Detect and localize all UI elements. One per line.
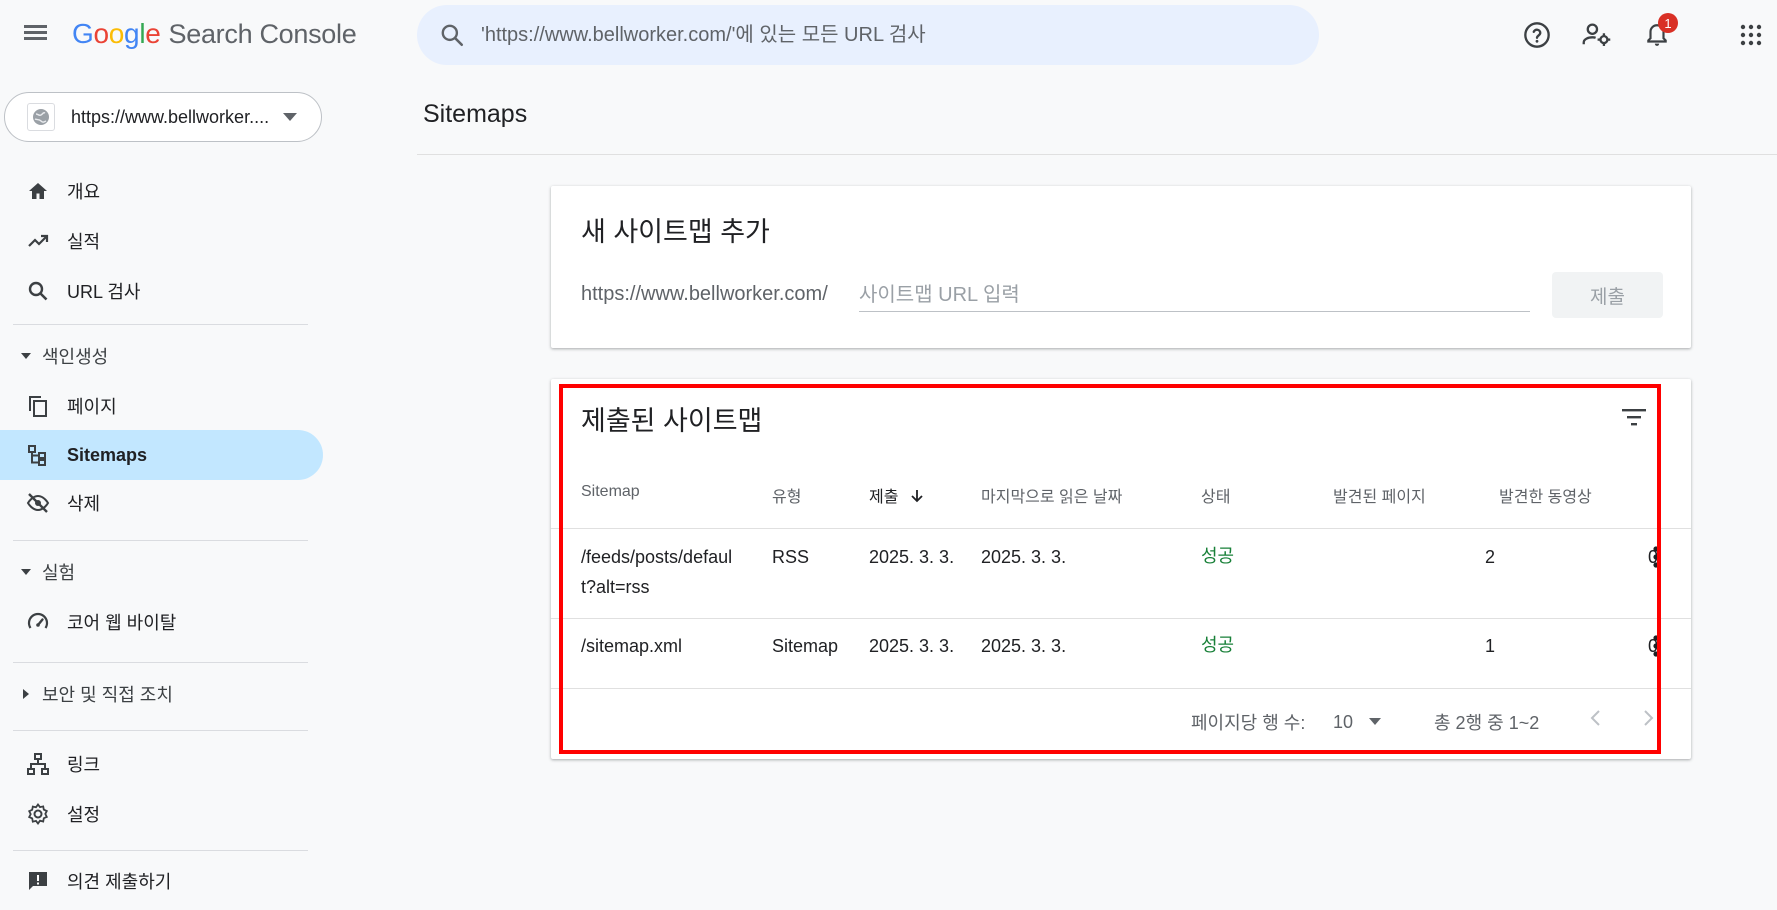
submitted-sitemaps-heading: 제출된 사이트맵: [581, 406, 763, 436]
rows-per-page-select[interactable]: 10: [1333, 709, 1391, 735]
column-header-discovered-videos[interactable]: 발견한 동영상: [1499, 483, 1592, 507]
next-page-button[interactable]: [1636, 705, 1662, 731]
column-header-status[interactable]: 상태: [1201, 483, 1230, 507]
manage-accounts-icon: [1582, 23, 1611, 46]
chevron-down-icon: [283, 113, 298, 121]
rows-per-page-label: 페이지당 행 수:: [1191, 713, 1306, 733]
menu-icon: [24, 25, 47, 28]
chevron-right-icon: [1644, 710, 1654, 726]
gear-icon: [25, 801, 51, 827]
row-discovered-pages: 1: [1484, 636, 1495, 656]
sidebar-section-security[interactable]: 보안 및 직접 조치: [0, 674, 320, 714]
chevron-left-icon: [1590, 710, 1600, 726]
sidebar-item-performance[interactable]: 실적: [0, 216, 323, 266]
notification-badge: 1: [1658, 13, 1678, 33]
property-globe-icon: [27, 103, 55, 131]
row-divider: [551, 618, 1691, 619]
row-sitemap: /sitemap.xml: [581, 636, 683, 656]
column-header-type[interactable]: 유형: [772, 483, 801, 507]
pages-icon: [25, 393, 51, 419]
row-type: RSS: [772, 547, 810, 567]
sidebar-divider: [13, 324, 308, 325]
sidebar-item-core-web-vitals[interactable]: 코어 웹 바이탈: [0, 597, 323, 647]
property-url: https://www.bellworker....: [71, 106, 270, 127]
sidebar-divider: [13, 730, 308, 731]
url-inspection-search[interactable]: [417, 5, 1319, 65]
more-vert-icon: [1653, 635, 1659, 657]
submitted-sitemaps-card: 제출된 사이트맵 Sitemap 유형 제출 마지막으로 읽은 날짜 상태 발견…: [551, 379, 1691, 759]
caret-down-icon: [21, 353, 31, 359]
top-bar: GoogleSearch Console 1: [0, 0, 1777, 72]
row-sitemap: /feeds/posts/defaul t?alt=rss: [581, 547, 733, 597]
more-vert-icon: [1653, 546, 1659, 568]
apps-button[interactable]: [1734, 18, 1768, 52]
sidebar-item-url-inspection[interactable]: URL 검사: [0, 266, 323, 316]
row-type: Sitemap: [772, 636, 839, 656]
row-divider: [551, 688, 1691, 689]
title-divider: [417, 154, 1777, 155]
sidebar-section-experiments[interactable]: 실험: [0, 552, 320, 592]
sidebar-divider: [13, 540, 308, 541]
caret-right-icon: [23, 689, 29, 699]
product-name: Search Console: [168, 19, 357, 49]
sitemap-icon: [25, 442, 51, 468]
row-last-read: 2025. 3. 3.: [981, 547, 1067, 567]
sidebar-item-links[interactable]: 링크: [0, 739, 323, 789]
row-discovered-pages: 2: [1484, 547, 1495, 567]
add-sitemap-card: 새 사이트맵 추가 https://www.bellworker.com/ 제출: [551, 186, 1691, 348]
visibility-off-icon: [25, 490, 51, 516]
column-header-last-read[interactable]: 마지막으로 읽은 날짜: [981, 483, 1122, 507]
sidebar-item-sitemaps[interactable]: Sitemaps: [0, 430, 323, 480]
row-more-button[interactable]: [1644, 631, 1668, 661]
column-header-sitemap[interactable]: Sitemap: [581, 483, 640, 501]
sidebar-divider: [13, 662, 308, 663]
page-title: Sitemaps: [423, 100, 528, 128]
sidebar-item-pages[interactable]: 페이지: [0, 381, 323, 431]
links-icon: [25, 751, 51, 777]
help-button[interactable]: [1520, 18, 1554, 52]
chevron-down-icon: [1369, 718, 1382, 725]
sidebar-item-overview[interactable]: 개요: [0, 166, 323, 216]
sidebar-item-feedback[interactable]: 의견 제출하기: [0, 856, 323, 906]
feedback-icon: [25, 868, 51, 894]
filter-button[interactable]: [1618, 401, 1650, 433]
caret-down-icon: [21, 569, 31, 575]
main-menu-button[interactable]: [22, 22, 50, 50]
submit-sitemap-button[interactable]: 제출: [1552, 272, 1663, 318]
row-status: 성공: [1201, 635, 1235, 655]
sidebar: https://www.bellworker.... 개요 실적 URL 검사 …: [0, 72, 330, 910]
property-selector[interactable]: https://www.bellworker....: [4, 92, 322, 142]
user-settings-button[interactable]: [1580, 18, 1614, 52]
column-header-submitted[interactable]: 제출: [869, 483, 925, 507]
speed-icon: [25, 609, 51, 635]
row-more-button[interactable]: [1644, 542, 1668, 572]
sidebar-section-indexing[interactable]: 색인생성: [0, 336, 320, 376]
add-sitemap-heading: 새 사이트맵 추가: [581, 217, 770, 247]
search-console-logo[interactable]: Google Search Console: [72, 18, 357, 50]
arrow-down-icon: [911, 490, 923, 503]
filter-icon: [1622, 409, 1646, 426]
help-icon: [1524, 22, 1550, 48]
sitemap-url-prefix: https://www.bellworker.com/: [581, 283, 828, 305]
trending-up-icon: [25, 228, 51, 254]
column-header-discovered-pages[interactable]: 발견된 페이지: [1333, 483, 1426, 507]
sitemap-url-input[interactable]: [859, 280, 1530, 312]
previous-page-button[interactable]: [1582, 705, 1608, 731]
row-submitted: 2025. 3. 3.: [869, 547, 955, 567]
home-icon: [25, 178, 51, 204]
sidebar-divider: [13, 850, 308, 851]
row-submitted: 2025. 3. 3.: [869, 636, 955, 656]
sidebar-item-settings[interactable]: 설정: [0, 789, 323, 839]
search-icon: [25, 278, 51, 304]
search-icon: [441, 24, 464, 47]
search-input[interactable]: [481, 23, 1261, 47]
row-divider: [551, 528, 1691, 529]
page-range-text: 총 2행 중 1~2: [1434, 713, 1540, 733]
row-status: 성공: [1201, 546, 1235, 566]
row-last-read: 2025. 3. 3.: [981, 636, 1067, 656]
sidebar-item-removals[interactable]: 삭제: [0, 478, 323, 528]
apps-grid-icon: [1740, 24, 1762, 46]
